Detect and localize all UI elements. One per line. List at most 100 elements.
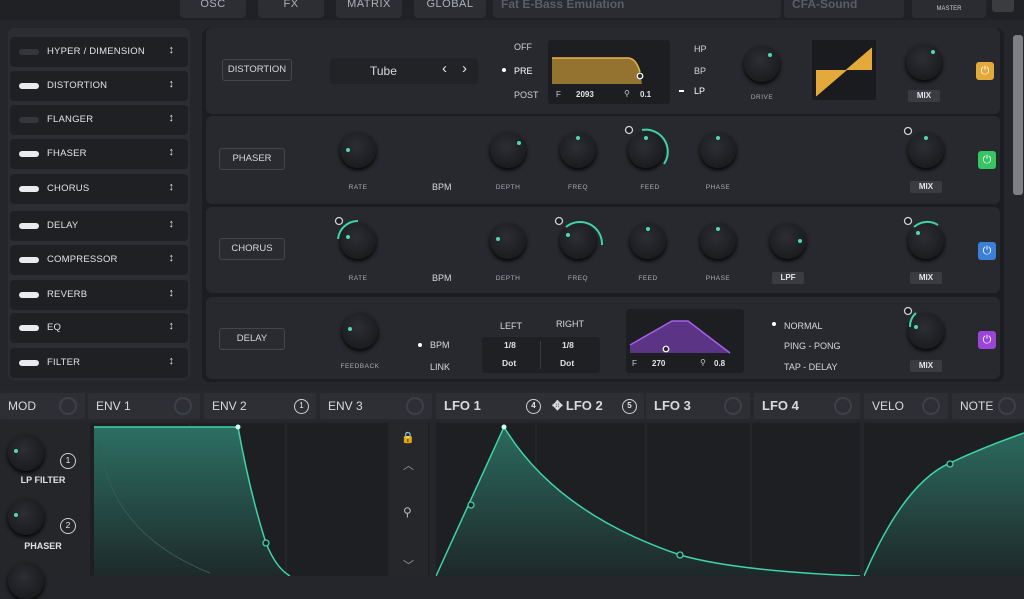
phaser-phase-knob[interactable]: [700, 132, 736, 168]
drag-handle-icon[interactable]: ↕: [169, 146, 175, 158]
delay-bpm[interactable]: BPM: [430, 340, 450, 350]
mod-ring-icon[interactable]: [59, 397, 77, 415]
delay-mode-pingpong[interactable]: PING - PONG: [784, 341, 841, 351]
mod-tab-8[interactable]: VELO: [864, 393, 948, 419]
phaser-power-icon[interactable]: ⏻: [978, 151, 996, 169]
scrollbar[interactable]: [1013, 35, 1023, 195]
delay-module-button[interactable]: DELAY: [219, 328, 285, 350]
fx-item-4[interactable]: CHORUS ↕: [10, 174, 188, 204]
chorus-lpf-knob[interactable]: [770, 223, 806, 259]
mod-tab-3[interactable]: ENV 3: [320, 393, 432, 419]
fx-item-8[interactable]: EQ ↕: [10, 313, 188, 343]
mod-tab-5[interactable]: ✥ LFO 2 5: [544, 393, 644, 419]
drag-handle-icon[interactable]: ↕: [169, 44, 175, 56]
drag-handle-icon[interactable]: ↕: [169, 252, 175, 264]
mod-tab-0[interactable]: MOD: [0, 393, 85, 419]
delay-mode-tap[interactable]: TAP - DELAY: [784, 362, 838, 372]
phaser-rate-knob[interactable]: [340, 132, 376, 168]
filter-bp[interactable]: BP: [694, 66, 706, 76]
env1-graph[interactable]: 🔒 ︿ ⚲ ﹀: [90, 423, 430, 577]
fx-item-9[interactable]: FILTER ↕: [10, 348, 188, 378]
tab-osc[interactable]: OSC: [180, 0, 246, 18]
drag-handle-icon[interactable]: ↕: [169, 112, 175, 124]
tab-matrix[interactable]: MATRIX: [336, 0, 402, 18]
delay-left-time[interactable]: 1/8: [504, 340, 516, 350]
lfo-graph[interactable]: [435, 423, 861, 577]
routing-pre[interactable]: PRE: [514, 66, 533, 76]
fx-item-6[interactable]: COMPRESSOR ↕: [10, 245, 188, 275]
preset-name[interactable]: Fat E-Bass Emulation: [493, 0, 781, 18]
chorus-bpm[interactable]: BPM: [432, 273, 452, 283]
fx-item-3[interactable]: FHASER ↕: [10, 139, 188, 169]
delay-right-mode[interactable]: Dot: [560, 358, 574, 368]
delay-mode-normal[interactable]: NORMAL: [784, 321, 823, 331]
drag-handle-icon[interactable]: ↕: [169, 181, 175, 193]
move-icon[interactable]: ✥: [552, 398, 563, 413]
distortion-mix-knob[interactable]: [906, 44, 942, 80]
fx-toggle[interactable]: [19, 117, 39, 123]
delay-feedback-knob[interactable]: [342, 313, 378, 349]
zoom-icon[interactable]: ⚲: [403, 505, 412, 519]
lp-filter-mod-knob[interactable]: [8, 435, 44, 471]
mod-ring-icon[interactable]: [922, 397, 940, 415]
fx-toggle[interactable]: [19, 292, 39, 298]
drag-handle-icon[interactable]: ↕: [169, 287, 175, 299]
delay-link[interactable]: LINK: [430, 362, 450, 372]
fx-item-0[interactable]: HYPER / DIMENSION ↕: [10, 37, 188, 67]
delay-time-box[interactable]: 1/8 Dot 1/8 Dot: [482, 337, 600, 373]
drag-handle-icon[interactable]: ↕: [169, 218, 175, 230]
mod-tab-2[interactable]: ENV 2 1: [204, 393, 316, 419]
chorus-feed-knob[interactable]: [630, 223, 666, 259]
tab-fx[interactable]: FX: [258, 0, 324, 18]
tab-global[interactable]: GLOBAL: [414, 0, 486, 18]
mod-tab-1[interactable]: ENV 1: [88, 393, 200, 419]
routing-off[interactable]: OFF: [514, 42, 532, 52]
phaser-mix-mod-icon[interactable]: [902, 126, 914, 138]
distortion-power-icon[interactable]: ⏻: [976, 62, 994, 80]
delay-power-icon[interactable]: ⏻: [978, 331, 996, 349]
phaser-mod-knob[interactable]: [8, 499, 44, 535]
filter-lp[interactable]: LP: [694, 86, 705, 96]
distortion-filter-display[interactable]: F 2093 ⚲ 0.1: [548, 40, 670, 104]
delay-left-mode[interactable]: Dot: [502, 358, 516, 368]
mod-ring-icon[interactable]: [174, 397, 192, 415]
mod-ring-icon[interactable]: [998, 397, 1016, 415]
chevron-down-icon[interactable]: ﹀: [403, 557, 414, 573]
phaser-bpm[interactable]: BPM: [432, 182, 452, 192]
phaser-depth-knob[interactable]: [490, 132, 526, 168]
mod-tab-7[interactable]: LFO 4: [754, 393, 860, 419]
prev-icon[interactable]: ‹: [442, 60, 447, 77]
third-mod-knob[interactable]: [8, 563, 44, 599]
delay-right-time[interactable]: 1/8: [562, 340, 574, 350]
drag-handle-icon[interactable]: ↕: [169, 355, 175, 367]
lock-icon[interactable]: 🔒: [401, 431, 415, 444]
chorus-depth-knob[interactable]: [490, 223, 526, 259]
fx-toggle[interactable]: [19, 223, 39, 229]
routing-post[interactable]: POST: [514, 90, 539, 100]
drag-handle-icon[interactable]: ↕: [169, 78, 175, 90]
fx-toggle[interactable]: [19, 49, 39, 55]
chevron-up-icon[interactable]: ︿: [403, 457, 414, 473]
fx-toggle[interactable]: [19, 151, 39, 157]
fx-toggle[interactable]: [19, 186, 39, 192]
chorus-module-button[interactable]: CHORUS: [219, 238, 285, 260]
fx-toggle[interactable]: [19, 360, 39, 366]
window-control[interactable]: [992, 0, 1014, 12]
mod-ring-icon[interactable]: [724, 397, 742, 415]
fx-toggle[interactable]: [19, 257, 39, 263]
chorus-phase-knob[interactable]: [700, 223, 736, 259]
mod-tab-4[interactable]: LFO 1 4: [436, 393, 548, 419]
fx-toggle[interactable]: [19, 325, 39, 331]
filter-hp[interactable]: HP: [694, 44, 707, 54]
fx-item-5[interactable]: DELAY ↕: [10, 211, 188, 241]
mod-ring-icon[interactable]: [406, 397, 424, 415]
delay-filter-display[interactable]: F 270 ⚲ 0.8: [626, 309, 744, 373]
fx-toggle[interactable]: [19, 83, 39, 89]
mod-tab-6[interactable]: LFO 3: [646, 393, 750, 419]
mod-tab-9[interactable]: NOTE: [952, 393, 1024, 419]
fx-item-7[interactable]: REVERB ↕: [10, 280, 188, 310]
fx-item-2[interactable]: FLANGER ↕: [10, 105, 188, 135]
phaser-freq-knob[interactable]: [560, 132, 596, 168]
chorus-power-icon[interactable]: ⏻: [978, 242, 996, 260]
drag-handle-icon[interactable]: ↕: [169, 320, 175, 332]
